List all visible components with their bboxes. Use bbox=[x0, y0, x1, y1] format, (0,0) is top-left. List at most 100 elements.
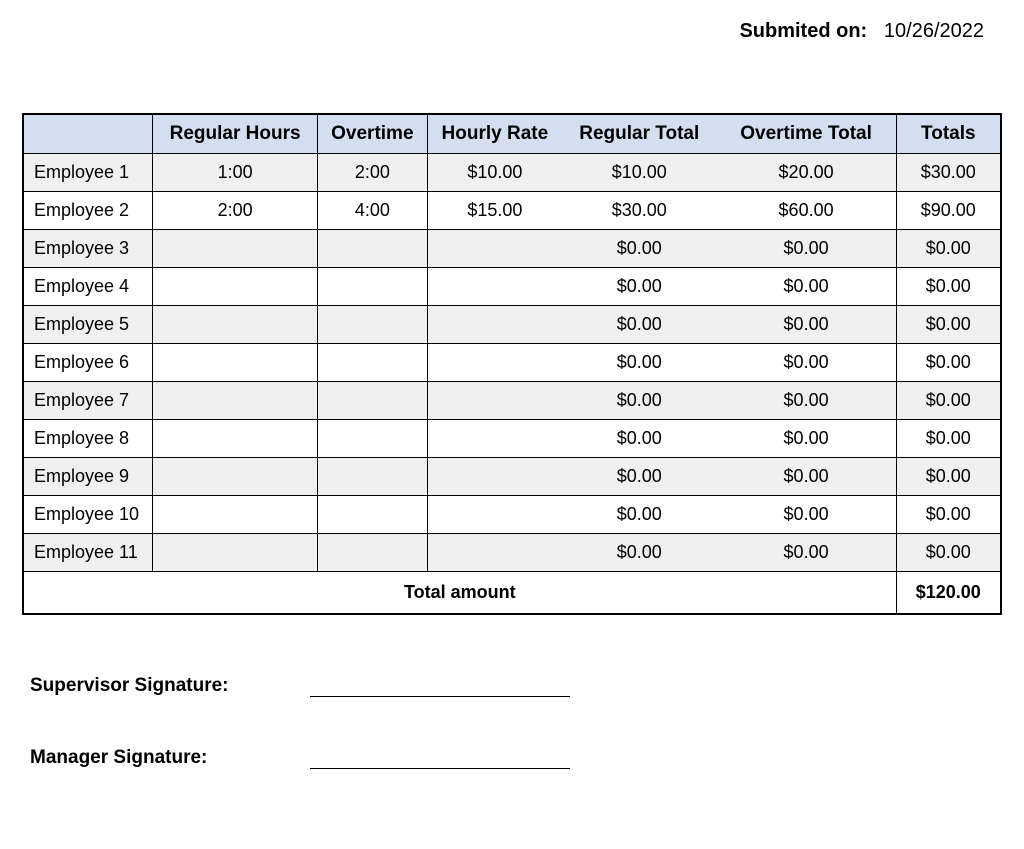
hourly-rate-cell: $10.00 bbox=[427, 154, 562, 192]
totals-cell: $30.00 bbox=[896, 154, 1001, 192]
submitted-label: Submited on: bbox=[739, 20, 867, 42]
employee-name: Employee 11 bbox=[23, 534, 153, 572]
table-row: Employee 10$0.00$0.00$0.00 bbox=[23, 496, 1001, 534]
overtime-total-cell: $0.00 bbox=[717, 344, 897, 382]
totals-cell: $0.00 bbox=[896, 534, 1001, 572]
regular-total-cell: $0.00 bbox=[562, 382, 717, 420]
overtime-cell bbox=[317, 382, 427, 420]
hourly-rate-cell bbox=[427, 496, 562, 534]
totals-cell: $0.00 bbox=[896, 496, 1001, 534]
submitted-on: Submited on: 10/26/2022 bbox=[20, 20, 1004, 43]
regular-total-cell: $10.00 bbox=[562, 154, 717, 192]
regular-total-cell: $0.00 bbox=[562, 420, 717, 458]
hourly-rate-cell bbox=[427, 382, 562, 420]
hourly-rate-cell bbox=[427, 458, 562, 496]
overtime-cell bbox=[317, 344, 427, 382]
overtime-cell: 4:00 bbox=[317, 192, 427, 230]
overtime-total-cell: $0.00 bbox=[717, 230, 897, 268]
overtime-total-cell: $0.00 bbox=[717, 382, 897, 420]
employee-name: Employee 4 bbox=[23, 268, 153, 306]
supervisor-signature-label: Supervisor Signature: bbox=[30, 675, 310, 697]
regular-hours-cell bbox=[153, 306, 318, 344]
regular-total-cell: $0.00 bbox=[562, 306, 717, 344]
totals-cell: $0.00 bbox=[896, 344, 1001, 382]
total-amount-label: Total amount bbox=[23, 572, 896, 614]
regular-hours-cell bbox=[153, 496, 318, 534]
overtime-total-cell: $0.00 bbox=[717, 306, 897, 344]
col-hourly-rate: Hourly Rate bbox=[427, 114, 562, 154]
employee-name: Employee 1 bbox=[23, 154, 153, 192]
table-body: Employee 11:002:00$10.00$10.00$20.00$30.… bbox=[23, 154, 1001, 572]
overtime-cell bbox=[317, 420, 427, 458]
col-regular-total: Regular Total bbox=[562, 114, 717, 154]
employee-name: Employee 8 bbox=[23, 420, 153, 458]
table-row: Employee 11:002:00$10.00$10.00$20.00$30.… bbox=[23, 154, 1001, 192]
submitted-date: 10/26/2022 bbox=[884, 20, 984, 42]
employee-name: Employee 9 bbox=[23, 458, 153, 496]
regular-hours-cell bbox=[153, 420, 318, 458]
employee-name: Employee 6 bbox=[23, 344, 153, 382]
overtime-cell bbox=[317, 458, 427, 496]
overtime-total-cell: $0.00 bbox=[717, 458, 897, 496]
hourly-rate-cell bbox=[427, 268, 562, 306]
table-row: Employee 7$0.00$0.00$0.00 bbox=[23, 382, 1001, 420]
employee-name: Employee 10 bbox=[23, 496, 153, 534]
col-overtime: Overtime bbox=[317, 114, 427, 154]
hourly-rate-cell bbox=[427, 420, 562, 458]
regular-total-cell: $0.00 bbox=[562, 230, 717, 268]
hourly-rate-cell: $15.00 bbox=[427, 192, 562, 230]
table-row: Employee 4$0.00$0.00$0.00 bbox=[23, 268, 1001, 306]
col-regular-hours: Regular Hours bbox=[153, 114, 318, 154]
totals-cell: $0.00 bbox=[896, 268, 1001, 306]
overtime-total-cell: $0.00 bbox=[717, 534, 897, 572]
manager-signature-label: Manager Signature: bbox=[30, 747, 310, 769]
timesheet-table: Regular Hours Overtime Hourly Rate Regul… bbox=[22, 113, 1002, 615]
regular-total-cell: $0.00 bbox=[562, 344, 717, 382]
hourly-rate-cell bbox=[427, 534, 562, 572]
totals-cell: $0.00 bbox=[896, 382, 1001, 420]
overtime-cell bbox=[317, 268, 427, 306]
regular-hours-cell bbox=[153, 268, 318, 306]
employee-name: Employee 7 bbox=[23, 382, 153, 420]
employee-name: Employee 5 bbox=[23, 306, 153, 344]
col-blank bbox=[23, 114, 153, 154]
overtime-total-cell: $0.00 bbox=[717, 420, 897, 458]
total-row: Total amount $120.00 bbox=[23, 572, 1001, 614]
overtime-cell bbox=[317, 496, 427, 534]
hourly-rate-cell bbox=[427, 306, 562, 344]
col-totals: Totals bbox=[896, 114, 1001, 154]
overtime-total-cell: $20.00 bbox=[717, 154, 897, 192]
signature-block: Supervisor Signature: Manager Signature: bbox=[30, 675, 1004, 769]
overtime-total-cell: $60.00 bbox=[717, 192, 897, 230]
overtime-cell: 2:00 bbox=[317, 154, 427, 192]
manager-signature-line bbox=[310, 768, 570, 769]
hourly-rate-cell bbox=[427, 230, 562, 268]
overtime-cell bbox=[317, 306, 427, 344]
overtime-cell bbox=[317, 534, 427, 572]
total-amount-value: $120.00 bbox=[896, 572, 1001, 614]
regular-hours-cell bbox=[153, 382, 318, 420]
table-row: Employee 6$0.00$0.00$0.00 bbox=[23, 344, 1001, 382]
regular-total-cell: $0.00 bbox=[562, 268, 717, 306]
regular-hours-cell bbox=[153, 534, 318, 572]
manager-signature-row: Manager Signature: bbox=[30, 747, 1004, 769]
overtime-total-cell: $0.00 bbox=[717, 496, 897, 534]
supervisor-signature-line bbox=[310, 696, 570, 697]
table-row: Employee 9$0.00$0.00$0.00 bbox=[23, 458, 1001, 496]
totals-cell: $0.00 bbox=[896, 458, 1001, 496]
header-row: Regular Hours Overtime Hourly Rate Regul… bbox=[23, 114, 1001, 154]
table-row: Employee 3$0.00$0.00$0.00 bbox=[23, 230, 1001, 268]
employee-name: Employee 2 bbox=[23, 192, 153, 230]
table-row: Employee 22:004:00$15.00$30.00$60.00$90.… bbox=[23, 192, 1001, 230]
employee-name: Employee 3 bbox=[23, 230, 153, 268]
regular-total-cell: $0.00 bbox=[562, 458, 717, 496]
totals-cell: $0.00 bbox=[896, 420, 1001, 458]
regular-hours-cell: 2:00 bbox=[153, 192, 318, 230]
table-row: Employee 11$0.00$0.00$0.00 bbox=[23, 534, 1001, 572]
regular-hours-cell bbox=[153, 230, 318, 268]
totals-cell: $0.00 bbox=[896, 230, 1001, 268]
overtime-total-cell: $0.00 bbox=[717, 268, 897, 306]
col-overtime-total: Overtime Total bbox=[717, 114, 897, 154]
overtime-cell bbox=[317, 230, 427, 268]
regular-hours-cell bbox=[153, 344, 318, 382]
